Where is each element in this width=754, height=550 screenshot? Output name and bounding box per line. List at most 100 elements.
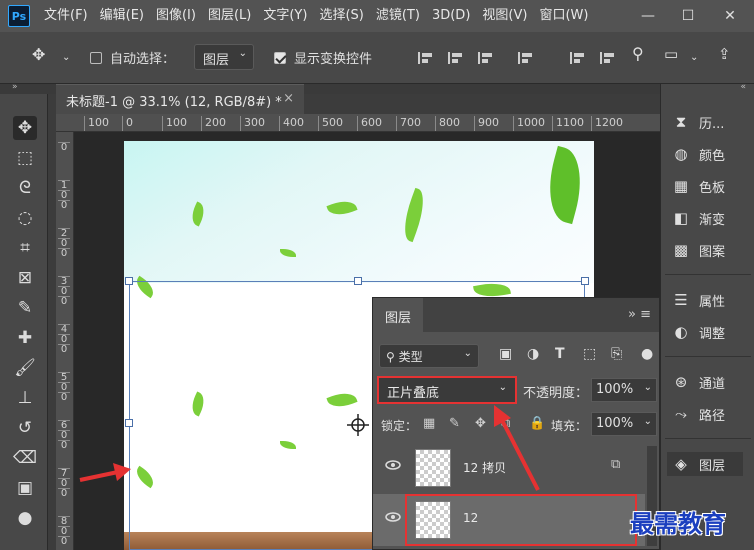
menu-image[interactable]: 图像(I): [150, 0, 202, 32]
show-transform-checkbox[interactable]: [274, 52, 286, 64]
minimize-icon[interactable]: —: [628, 0, 668, 32]
filter-type-icon[interactable]: T: [555, 346, 565, 362]
tools-panel: ✥ ⬚ ᘓ ◌ ⌗ ⊠ ✎ ✚ 🖌 ⊥ ↺ ⌫ ▣ ●: [0, 94, 48, 550]
menu-type[interactable]: 文字(Y): [257, 0, 313, 32]
transform-handle[interactable]: [581, 277, 589, 285]
menu-file[interactable]: 文件(F): [38, 0, 94, 32]
ruler-tick: 300: [240, 116, 265, 131]
fill-input[interactable]: 100% ⌄: [591, 412, 657, 436]
eraser-tool-icon[interactable]: ⌫: [13, 446, 37, 470]
move-tool-icon[interactable]: ✥: [32, 45, 45, 64]
dock-color[interactable]: ◍ 颜色: [671, 142, 725, 166]
visibility-eye-icon[interactable]: [385, 512, 401, 522]
stamp-tool-icon[interactable]: ⊥: [13, 386, 37, 410]
align-middle-icon[interactable]: [600, 52, 616, 64]
ruler-tick: 1100: [552, 116, 584, 131]
dock-label: 图层: [699, 458, 726, 474]
watermark-text: 最需教育: [630, 509, 726, 538]
menu-filter[interactable]: 滤镜(T): [370, 0, 426, 32]
chevron-down-icon[interactable]: ⌄: [62, 52, 70, 63]
dock-paths[interactable]: ⤳ 路径: [671, 402, 725, 426]
frame-tool-icon[interactable]: ⊠: [13, 266, 37, 290]
opacity-input[interactable]: 100% ⌄: [591, 378, 657, 402]
healing-brush-tool-icon[interactable]: ✚: [13, 326, 37, 350]
lock-transparent-icon[interactable]: ▦: [423, 416, 435, 431]
lasso-tool-icon[interactable]: ᘓ: [13, 176, 37, 200]
align-right-icon[interactable]: [478, 52, 494, 64]
blend-mode-dropdown[interactable]: 正片叠底 ⌄: [377, 376, 517, 404]
dock-label: 历...: [699, 116, 725, 132]
ruler-tick: 900: [474, 116, 499, 131]
layer-row-selected[interactable]: 12: [373, 494, 645, 546]
channels-icon: ⊛: [674, 373, 688, 391]
search-icon[interactable]: ⚲: [632, 44, 644, 63]
brush-tool-icon[interactable]: 🖌: [13, 356, 37, 380]
fill-label: 填充：: [551, 419, 588, 433]
filter-adjustment-icon[interactable]: ◑: [527, 346, 539, 362]
dock-layers[interactable]: ◈ 图层: [667, 452, 743, 476]
auto-select-checkbox[interactable]: [90, 52, 102, 64]
collapse-arrows-icon[interactable]: »: [12, 82, 18, 92]
filter-smart-object-icon[interactable]: ⎘: [611, 346, 622, 362]
menu-edit[interactable]: 编辑(E): [94, 0, 150, 32]
marquee-tool-icon[interactable]: ⬚: [13, 146, 37, 170]
reference-point-icon[interactable]: [347, 414, 369, 436]
chevron-down-icon: ⌄: [643, 416, 652, 427]
layer-filter-dropdown[interactable]: ⚲ 类型 ⌄: [379, 344, 479, 368]
dock-patterns[interactable]: ▩ 图案: [671, 238, 725, 262]
move-tool-icon[interactable]: ✥: [13, 116, 37, 140]
auto-select-target-dropdown[interactable]: 图层 ⌄: [194, 44, 254, 70]
share-icon[interactable]: ⇪: [718, 45, 731, 63]
distribute-icon[interactable]: [518, 52, 534, 64]
align-top-icon[interactable]: [570, 52, 586, 64]
dock-label: 渐变: [699, 212, 726, 228]
transform-handle[interactable]: [125, 419, 133, 427]
quick-select-tool-icon[interactable]: ◌: [13, 206, 37, 230]
align-center-icon[interactable]: [448, 52, 464, 64]
close-icon[interactable]: ×: [283, 91, 294, 106]
workspace-icon[interactable]: ▭: [664, 45, 678, 63]
dock-swatches[interactable]: ▦ 色板: [671, 174, 725, 198]
layer-row[interactable]: 12 拷贝 ⧉: [373, 442, 645, 494]
lock-all-icon[interactable]: 🔒: [529, 416, 545, 431]
menu-3d[interactable]: 3D(D): [426, 0, 476, 32]
filter-toggle-icon[interactable]: ●: [641, 346, 653, 362]
blend-mode-value: 正片叠底: [387, 386, 440, 401]
transform-handle[interactable]: [354, 277, 362, 285]
close-icon[interactable]: ✕: [710, 0, 750, 32]
menu-window[interactable]: 窗口(W): [533, 0, 594, 32]
lock-image-icon[interactable]: ✎: [449, 416, 460, 431]
history-brush-tool-icon[interactable]: ↺: [13, 416, 37, 440]
blur-tool-icon[interactable]: ●: [13, 506, 37, 530]
document-tab[interactable]: 未标题-1 @ 33.1% (12, RGB/8#) * ×: [56, 84, 304, 114]
panel-menu-icon[interactable]: » ≡: [628, 307, 651, 322]
dock-adjustments[interactable]: ◐ 调整: [671, 320, 725, 344]
lock-artboard-icon[interactable]: ⧉: [501, 416, 510, 431]
filter-pixel-icon[interactable]: ▣: [499, 346, 512, 362]
dock-gradients[interactable]: ◧ 渐变: [671, 206, 725, 230]
gradient-tool-icon[interactable]: ▣: [13, 476, 37, 500]
lock-position-icon[interactable]: ✥: [475, 416, 486, 431]
ruler-tick: 0: [58, 200, 70, 211]
menu-layer[interactable]: 图层(L): [202, 0, 257, 32]
align-left-icon[interactable]: [418, 52, 434, 64]
eyedropper-tool-icon[interactable]: ✎: [13, 296, 37, 320]
maximize-icon[interactable]: ☐: [668, 0, 708, 32]
visibility-eye-icon[interactable]: [385, 460, 401, 470]
menu-view[interactable]: 视图(V): [476, 0, 533, 32]
ruler-tick: 0: [58, 296, 70, 307]
layers-panel-tab[interactable]: 图层: [373, 298, 423, 332]
filter-shape-icon[interactable]: ⬚: [583, 346, 596, 362]
crop-tool-icon[interactable]: ⌗: [13, 236, 37, 260]
menu-select[interactable]: 选择(S): [313, 0, 369, 32]
layers-icon: ◈: [675, 455, 687, 473]
dock-label: 图案: [699, 244, 726, 260]
history-icon: ⧗: [675, 113, 687, 131]
layer-name[interactable]: 12 拷贝: [463, 459, 506, 476]
dock-channels[interactable]: ⊛ 通道: [671, 370, 725, 394]
dock-history[interactable]: ⧗ 历...: [671, 110, 725, 134]
dock-properties[interactable]: ☰ 属性: [671, 288, 725, 312]
transform-handle[interactable]: [125, 277, 133, 285]
chevron-down-icon[interactable]: ⌄: [690, 52, 698, 63]
collapse-arrows-icon[interactable]: «: [740, 82, 746, 92]
